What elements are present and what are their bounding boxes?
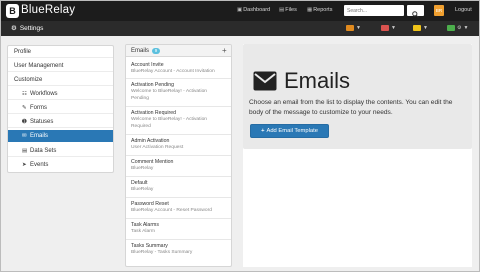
nav-reports-link[interactable]: ▦Reports xyxy=(307,7,332,13)
emails-list-header: Emails 9 + xyxy=(126,45,231,57)
chevron-down-icon: ▼ xyxy=(423,25,428,31)
plus-icon: + xyxy=(261,128,265,134)
brand-logo[interactable]: B xyxy=(6,4,19,18)
email-list-item[interactable]: Tasks Summary BlueRelay - Tasks Summary xyxy=(126,241,231,261)
page-title: ⚙ Settings xyxy=(11,25,44,32)
status-chip-red xyxy=(381,25,389,31)
top-navbar: B BlueRelay ▣Dashboard ▤Files ▦Reports B… xyxy=(1,1,479,21)
envelope-icon: ✉ xyxy=(22,133,27,139)
search-input[interactable] xyxy=(344,5,404,16)
email-list-item[interactable]: Account Invite BlueRelay Account - Accou… xyxy=(126,60,231,79)
info-icon: ➊ xyxy=(22,119,27,125)
emails-list-panel: Emails 9 + Account Invite BlueRelay Acco… xyxy=(125,44,232,267)
sidebar-item-data-sets[interactable]: ▤ Data Sets xyxy=(8,145,113,157)
logout-link[interactable]: Logout xyxy=(455,7,472,13)
main-content: Emails Choose an email from the list to … xyxy=(243,44,472,267)
email-list-item[interactable]: Admin Activation User Activation Request xyxy=(126,136,231,156)
nav-dashboard-link[interactable]: ▣Dashboard xyxy=(237,7,270,13)
dataset-icon: ▤ xyxy=(22,148,28,154)
search-icon xyxy=(412,11,419,18)
search-button[interactable] xyxy=(407,5,424,18)
email-list-item[interactable]: Task Alarms Task Alarm xyxy=(126,220,231,240)
status-chip-yellow xyxy=(413,25,421,31)
add-email-template-button[interactable]: + Add Email Template xyxy=(250,124,329,138)
email-list-item[interactable]: Activation Required Welcome to BlueRelay… xyxy=(126,108,231,135)
sidebar-item-workflows[interactable]: ☷ Workflows xyxy=(8,88,113,100)
sitemap-icon: ☷ xyxy=(22,91,27,97)
sidebar-item-profile[interactable]: Profile xyxy=(8,46,113,58)
files-icon: ▤ xyxy=(279,7,285,13)
email-list-item[interactable]: Password Reset BlueRelay Account - Reset… xyxy=(126,199,231,219)
notification-group-red[interactable]: ▼ xyxy=(381,25,396,32)
page-heading: Emails xyxy=(284,68,351,93)
notification-group-yellow[interactable]: ▼ xyxy=(413,25,428,32)
sidebar-item-emails[interactable]: ✉ Emails xyxy=(8,130,113,142)
email-list-item[interactable]: Comment Mention BlueRelay xyxy=(126,157,231,177)
app-window: B BlueRelay ▣Dashboard ▤Files ▦Reports B… xyxy=(0,0,480,272)
chevron-down-icon: ▼ xyxy=(356,25,361,31)
email-list-item[interactable]: Activation Pending Welcome to BlueRelay!… xyxy=(126,80,231,107)
sidebar-item-customize[interactable]: Customize xyxy=(8,74,113,86)
settings-sidebar: Profile User Management Customize ☷ Workf… xyxy=(7,45,114,173)
sidebar-item-events[interactable]: ➤ Events xyxy=(8,159,113,171)
reports-icon: ▦ xyxy=(307,7,313,13)
emails-list-title: Emails xyxy=(131,48,150,54)
nav-files-link[interactable]: ▤Files xyxy=(279,7,297,13)
sidebar-item-statuses[interactable]: ➊ Statuses xyxy=(8,116,113,128)
sidebar-item-forms[interactable]: ✎ Forms xyxy=(8,102,113,114)
status-chip-orange xyxy=(346,25,354,31)
page-description: Choose an email from the list to display… xyxy=(249,99,453,116)
dashboard-icon: ▣ xyxy=(237,7,243,13)
gear-icon: ⚙ xyxy=(457,25,462,31)
envelope-icon xyxy=(253,71,277,91)
sidebar-item-user-management[interactable]: User Management xyxy=(8,60,113,72)
emails-intro-panel: Emails Choose an email from the list to … xyxy=(243,44,472,149)
settings-bar: ⚙ Settings ▼ ▼ ▼ ⚙ ▼ xyxy=(1,21,479,36)
notification-group-green[interactable]: ⚙ ▼ xyxy=(447,25,468,32)
email-list-item[interactable]: Default BlueRelay xyxy=(126,178,231,198)
bullhorn-icon: ➤ xyxy=(22,162,27,168)
chevron-down-icon: ▼ xyxy=(391,25,396,31)
emails-count-badge: 9 xyxy=(152,48,160,54)
chevron-down-icon: ▼ xyxy=(463,25,469,31)
avatar[interactable]: BR xyxy=(434,5,444,16)
brand-name[interactable]: BlueRelay xyxy=(21,4,75,16)
add-email-plus-icon[interactable]: + xyxy=(222,46,227,55)
edit-icon: ✎ xyxy=(22,105,27,111)
status-chip-green xyxy=(447,25,455,31)
gear-icon: ⚙ xyxy=(11,25,17,32)
notification-group-orange[interactable]: ▼ xyxy=(346,25,361,32)
